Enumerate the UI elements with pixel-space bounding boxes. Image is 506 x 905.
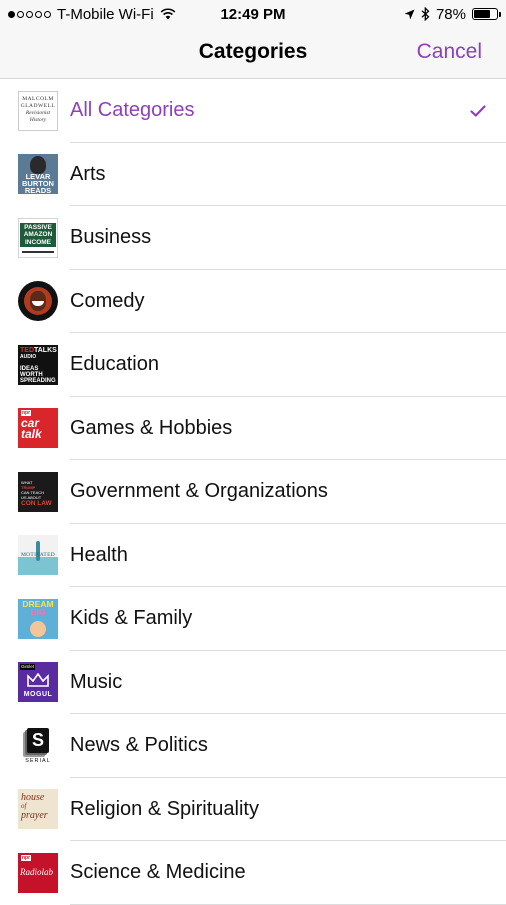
science-thumbnail: npr Radiolab — [18, 852, 58, 893]
category-row-kids-family[interactable]: DREAM BIG Kids & Family — [0, 587, 506, 651]
category-row-science[interactable]: npr Radiolab Science & Medicine — [0, 841, 506, 905]
category-row-arts[interactable]: LEVAR BURTON READS Arts — [0, 143, 506, 207]
cancel-button[interactable]: Cancel — [417, 28, 482, 78]
kids-family-thumbnail: DREAM BIG — [18, 598, 58, 639]
business-thumbnail: PASSIVE AMAZON INCOME — [18, 217, 58, 258]
bluetooth-icon — [421, 7, 430, 21]
status-left: T-Mobile Wi-Fi — [0, 6, 176, 23]
religion-thumbnail: house of prayer — [18, 789, 58, 830]
category-label: Religion & Spirituality — [70, 797, 259, 820]
checkmark-icon — [470, 105, 486, 117]
cell-signal-icon — [8, 10, 51, 18]
music-thumbnail: Gimlet MOGUL — [18, 662, 58, 703]
category-row-games-hobbies[interactable]: npr car talk Games & Hobbies — [0, 397, 506, 461]
category-row-music[interactable]: Gimlet MOGUL Music — [0, 651, 506, 715]
category-row-all[interactable]: MALCOLM GLADWELL Revisionist History All… — [0, 79, 506, 143]
navigation-bar: Categories Cancel — [0, 28, 506, 79]
category-label: Kids & Family — [70, 607, 193, 630]
category-row-religion[interactable]: house of prayer Religion & Spirituality — [0, 778, 506, 842]
location-arrow-icon — [404, 9, 415, 19]
category-label: Health — [70, 543, 128, 566]
category-label: News & Politics — [70, 734, 208, 757]
all-categories-thumbnail: MALCOLM GLADWELL Revisionist History — [18, 90, 58, 131]
category-label: Government & Organizations — [70, 480, 328, 503]
status-right: 78% — [404, 6, 506, 23]
games-hobbies-thumbnail: npr car talk — [18, 408, 58, 449]
government-thumbnail: WHAT TRUMP CAN TEACH US ABOUT CON LAW — [18, 471, 58, 512]
arts-thumbnail: LEVAR BURTON READS — [18, 154, 58, 195]
category-label: Games & Hobbies — [70, 416, 233, 439]
category-row-health[interactable]: MOTIVATED Health — [0, 524, 506, 588]
category-label: Business — [70, 226, 152, 249]
category-label: Education — [70, 353, 159, 376]
category-row-business[interactable]: PASSIVE AMAZON INCOME Business — [0, 206, 506, 270]
category-label: Arts — [70, 162, 106, 185]
category-label: Science & Medicine — [70, 861, 246, 884]
health-thumbnail: MOTIVATED — [18, 535, 58, 576]
category-list: MALCOLM GLADWELL Revisionist History All… — [0, 79, 506, 905]
news-politics-thumbnail: S SERIAL — [18, 725, 58, 766]
education-thumbnail: TEDTALKS AUDIO IDEAS WORTH SPREADING — [18, 344, 58, 385]
battery-percent: 78% — [435, 5, 466, 23]
status-bar: T-Mobile Wi-Fi 12:49 PM 78% — [0, 0, 506, 28]
carrier-name: T-Mobile Wi-Fi — [57, 5, 154, 23]
category-row-comedy[interactable]: Comedy — [0, 270, 506, 334]
category-label: Music — [70, 670, 123, 693]
battery-icon — [472, 8, 501, 20]
category-label: All Categories — [70, 99, 195, 122]
category-row-news-politics[interactable]: S SERIAL News & Politics — [0, 714, 506, 778]
wifi-icon — [160, 8, 176, 20]
category-label: Comedy — [70, 289, 145, 312]
category-row-education[interactable]: TEDTALKS AUDIO IDEAS WORTH SPREADING Edu… — [0, 333, 506, 397]
comedy-thumbnail — [18, 281, 58, 322]
category-row-government[interactable]: WHAT TRUMP CAN TEACH US ABOUT CON LAW Go… — [0, 460, 506, 524]
